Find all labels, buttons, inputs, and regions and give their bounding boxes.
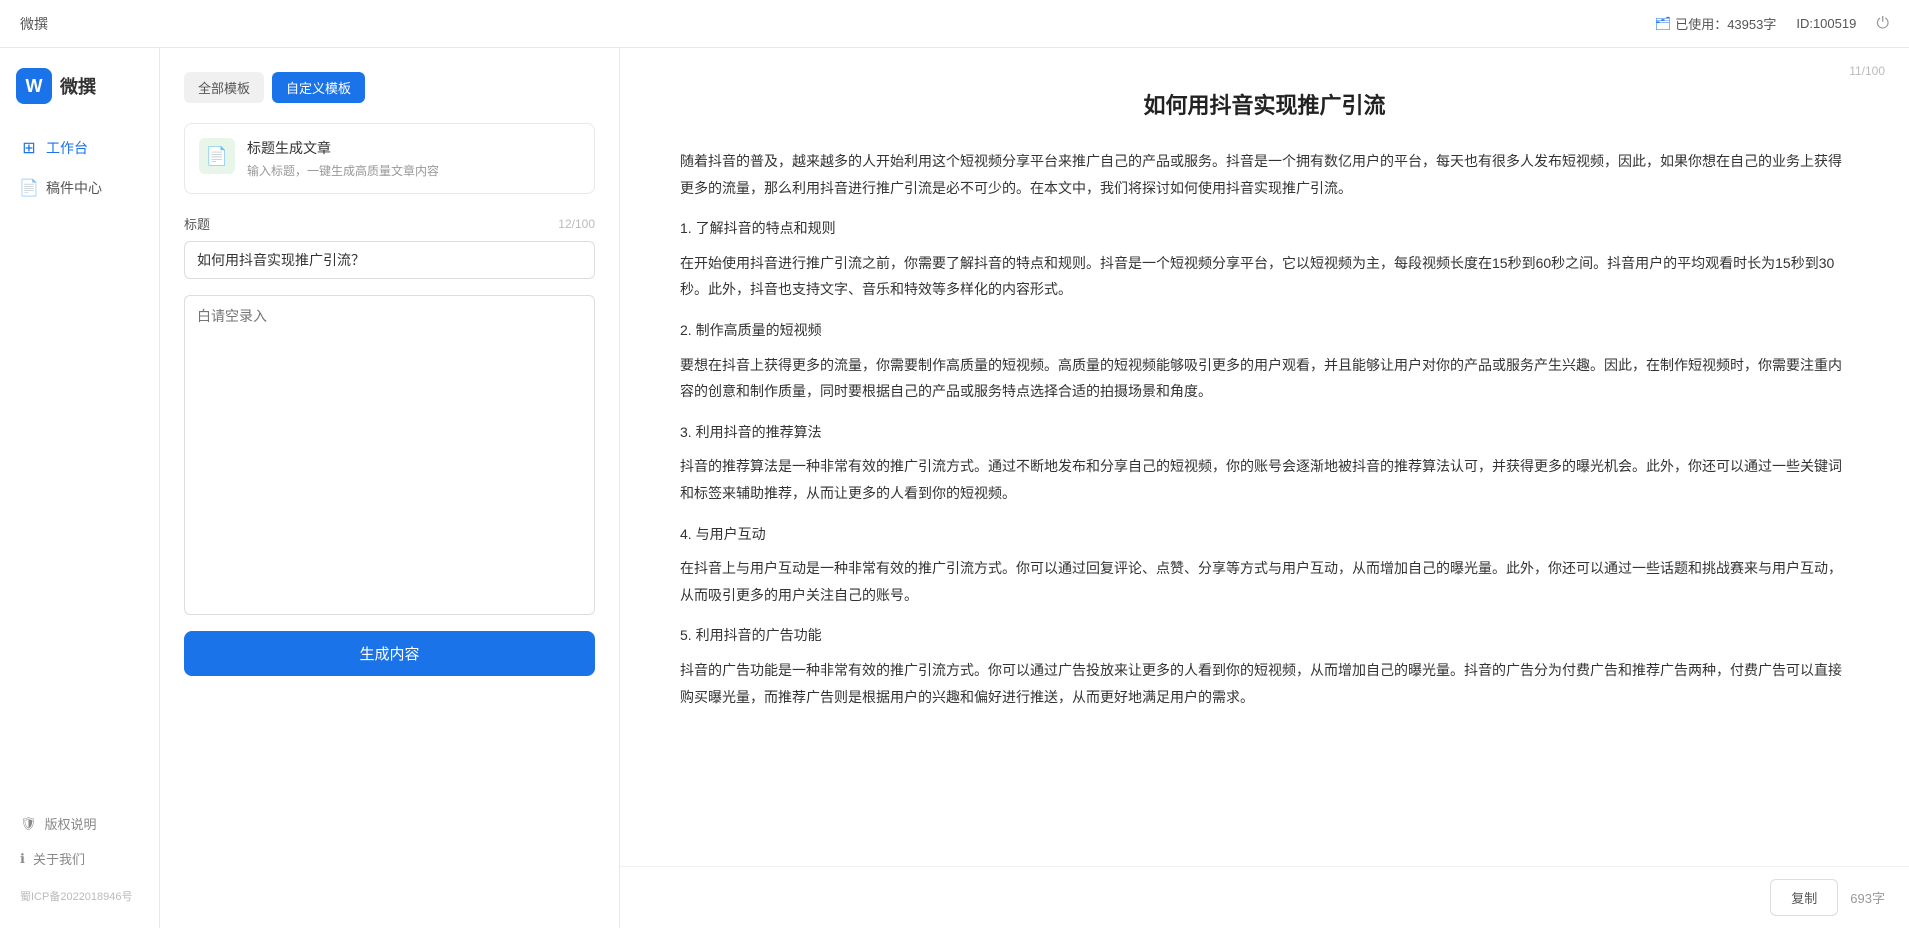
- logo-icon: W: [16, 68, 52, 104]
- template-desc: 输入标题，一键生成高质量文章内容: [247, 162, 439, 179]
- title-input[interactable]: [184, 241, 595, 279]
- info-icon: ℹ: [20, 851, 25, 867]
- sidebar: W 微撰 ⊞ 工作台 📄 稿件中心 🛡 版权说明 ℹ 关于我们 蜀ICP备202…: [0, 48, 160, 928]
- footer-copyright-label: 版权说明: [45, 814, 97, 833]
- usage-label: 已使用：43953字: [1675, 14, 1776, 33]
- sidebar-bottom: 🛡 版权说明 ℹ 关于我们 蜀ICP备2022018946号: [0, 806, 159, 908]
- doc-para-5: 抖音的广告功能是一种非常有效的推广引流方式。你可以通过广告投放来让更多的人看到你…: [680, 657, 1849, 710]
- footer-item-about[interactable]: ℹ 关于我们: [20, 841, 139, 876]
- sidebar-footer: 🛡 版权说明 ℹ 关于我们: [0, 806, 159, 884]
- sidebar-item-drafts-label: 稿件中心: [46, 178, 102, 198]
- power-icon[interactable]: ⏻: [1876, 15, 1889, 33]
- topbar-title: 微撰: [20, 14, 48, 34]
- doc-heading-3: 3. 利用抖音的推荐算法: [680, 419, 1849, 446]
- doc-para-1: 在开始使用抖音进行推广引流之前，你需要了解抖音的特点和规则。抖音是一个短视频分享…: [680, 250, 1849, 303]
- title-char-count: 12/100: [558, 217, 595, 231]
- doc-heading-4: 4. 与用户互动: [680, 521, 1849, 548]
- topbar-right: 🗂 已使用：43953字 ID:100519 ⏻: [1655, 14, 1889, 33]
- template-info: 标题生成文章 输入标题，一键生成高质量文章内容: [247, 138, 439, 179]
- id-label: ID:100519: [1796, 16, 1856, 31]
- topbar: 微撰 🗂 已使用：43953字 ID:100519 ⏻: [0, 0, 1909, 48]
- sidebar-item-workbench[interactable]: ⊞ 工作台: [0, 128, 159, 168]
- file-icon: 📄: [20, 179, 38, 197]
- app-body: W 微撰 ⊞ 工作台 📄 稿件中心 🛡 版权说明 ℹ 关于我们 蜀ICP备202…: [0, 48, 1909, 928]
- sidebar-item-workbench-label: 工作台: [46, 138, 88, 158]
- content-area: 全部模板 自定义模板 📄 标题生成文章 输入标题，一键生成高质量文章内容 标题 …: [160, 48, 1909, 928]
- generate-button[interactable]: 生成内容: [184, 631, 595, 676]
- doc-para-3: 抖音的推荐算法是一种非常有效的推广引流方式。通过不断地发布和分享自己的短视频，你…: [680, 453, 1849, 506]
- tab-custom-templates[interactable]: 自定义模板: [272, 72, 365, 103]
- footer-about-label: 关于我们: [33, 849, 85, 868]
- sidebar-item-drafts[interactable]: 📄 稿件中心: [0, 168, 159, 208]
- doc-footer: 复制 693字: [620, 866, 1909, 928]
- tab-row: 全部模板 自定义模板: [184, 72, 595, 103]
- doc-intro: 随着抖音的普及，越来越多的人开始利用这个短视频分享平台来推广自己的产品或服务。抖…: [680, 148, 1849, 201]
- right-panel: 11/100 如何用抖音实现推广引流 随着抖音的普及，越来越多的人开始利用这个短…: [620, 48, 1909, 928]
- template-card[interactable]: 📄 标题生成文章 输入标题，一键生成高质量文章内容: [184, 123, 595, 194]
- word-count: 693字: [1850, 888, 1885, 907]
- copy-button[interactable]: 复制: [1770, 879, 1838, 916]
- form-title-label: 标题 12/100: [184, 214, 595, 233]
- left-panel: 全部模板 自定义模板 📄 标题生成文章 输入标题，一键生成高质量文章内容 标题 …: [160, 48, 620, 928]
- doc-heading-2: 2. 制作高质量的短视频: [680, 317, 1849, 344]
- content-textarea[interactable]: [184, 295, 595, 615]
- footer-item-copyright[interactable]: 🛡 版权说明: [20, 806, 139, 841]
- tab-all-templates[interactable]: 全部模板: [184, 72, 264, 103]
- doc-area: 11/100 如何用抖音实现推广引流 随着抖音的普及，越来越多的人开始利用这个短…: [620, 48, 1909, 866]
- logo-area: W 微撰: [0, 68, 159, 128]
- page-count: 11/100: [1849, 64, 1885, 78]
- doc-para-4: 在抖音上与用户互动是一种非常有效的推广引流方式。你可以通过回复评论、点赞、分享等…: [680, 555, 1849, 608]
- doc-heading-5: 5. 利用抖音的广告功能: [680, 622, 1849, 649]
- doc-para-2: 要想在抖音上获得更多的流量，你需要制作高质量的短视频。高质量的短视频能够吸引更多…: [680, 352, 1849, 405]
- grid-icon: ⊞: [20, 139, 38, 157]
- template-name: 标题生成文章: [247, 138, 439, 158]
- usage-info: 🗂 已使用：43953字: [1655, 14, 1777, 33]
- doc-body: 随着抖音的普及，越来越多的人开始利用这个短视频分享平台来推广自己的产品或服务。抖…: [680, 148, 1849, 710]
- icp-text: 蜀ICP备2022018946号: [0, 884, 159, 908]
- template-card-icon: 📄: [199, 138, 235, 174]
- doc-heading-1: 1. 了解抖音的特点和规则: [680, 215, 1849, 242]
- database-icon: 🗂: [1655, 16, 1672, 32]
- logo-text: 微撰: [60, 73, 96, 99]
- shield-icon: 🛡: [20, 816, 37, 832]
- doc-title: 如何用抖音实现推广引流: [680, 88, 1849, 120]
